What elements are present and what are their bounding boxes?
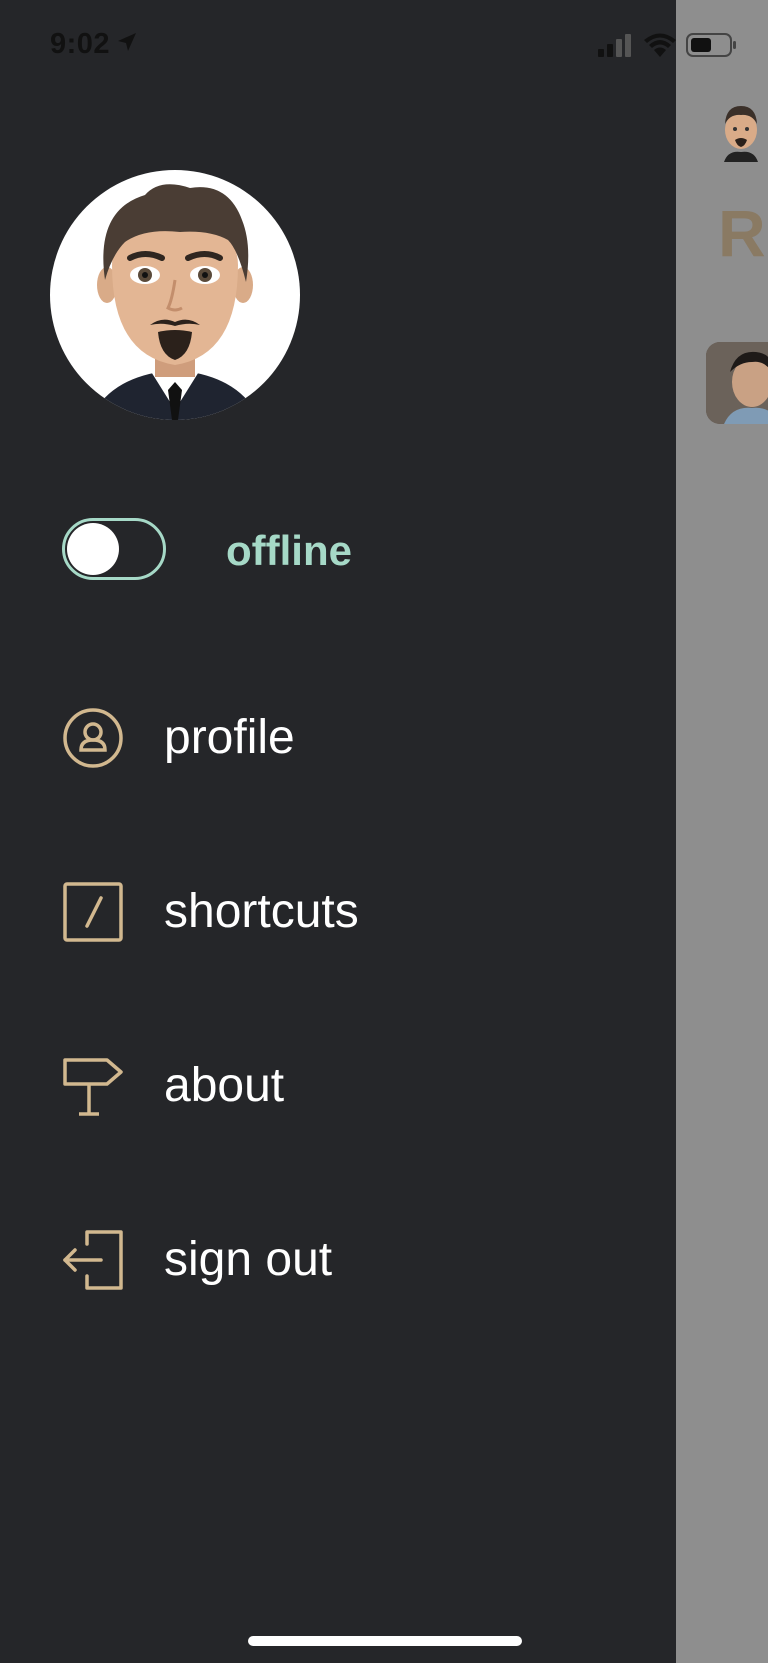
contact-photo[interactable] — [706, 342, 768, 424]
status-time: 9:02 — [50, 28, 111, 60]
sign-out-icon — [58, 1225, 128, 1295]
signal-icon — [598, 33, 634, 61]
page-title-fragment: Re — [718, 196, 768, 270]
main-content-overlay[interactable]: Re — [676, 0, 768, 1663]
home-indicator[interactable] — [248, 1636, 522, 1646]
battery-icon — [686, 32, 738, 62]
wifi-icon — [644, 33, 676, 61]
menu-label-profile: profile — [164, 711, 295, 764]
user-circle-icon — [58, 703, 128, 773]
menu-label-about: about — [164, 1059, 285, 1112]
profile-avatar[interactable] — [50, 170, 300, 420]
presence-status-label: offline — [226, 527, 352, 574]
menu-item-shortcuts[interactable]: shortcuts — [58, 872, 618, 952]
header-avatar[interactable] — [716, 100, 766, 162]
signpost-icon — [58, 1051, 128, 1121]
location-arrow-icon — [116, 28, 138, 61]
menu-label-sign-out: sign out — [164, 1233, 333, 1286]
menu-label-shortcuts: shortcuts — [164, 885, 359, 938]
menu-item-about[interactable]: about — [58, 1046, 618, 1126]
menu-item-profile[interactable]: profile — [58, 698, 618, 778]
menu-item-sign-out[interactable]: sign out — [58, 1220, 618, 1300]
toggle-knob — [67, 523, 119, 575]
slash-square-icon — [58, 877, 128, 947]
presence-toggle[interactable] — [62, 518, 166, 580]
status-bar: 9:02 — [0, 0, 768, 90]
side-drawer: offline profile shortcuts about sign out — [0, 0, 676, 1663]
